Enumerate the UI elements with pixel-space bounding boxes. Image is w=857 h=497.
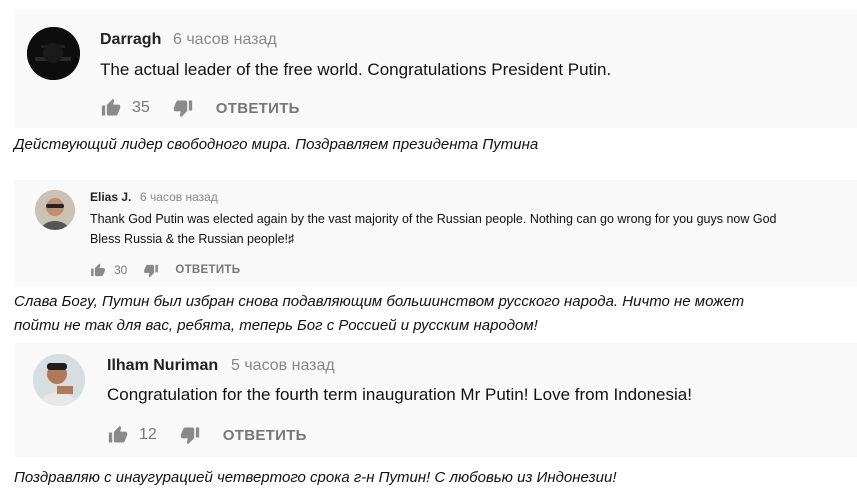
thumbs-up-icon[interactable] <box>107 425 129 445</box>
like-count: 35 <box>132 99 150 116</box>
comment-translation-line: пойти не так для вас, ребята, теперь Бог… <box>14 317 538 334</box>
comment-actions: 30 ОТВЕТИТЬ <box>90 261 240 279</box>
comment-text: The actual leader of the free world. Con… <box>100 60 612 79</box>
comment-translation-line: Слава Богу, Путин был избран снова подав… <box>14 293 745 310</box>
comment-text-line: Bless Russia & the Russian people!♯ <box>90 232 295 246</box>
avatar[interactable] <box>27 27 80 80</box>
comment-timestamp[interactable]: 6 часов назад <box>140 190 218 204</box>
comment-author[interactable]: Ilham Nuriman <box>107 357 218 375</box>
like-count: 12 <box>139 426 157 443</box>
comment-actions: 35 ОТВЕТИТЬ <box>100 96 300 120</box>
thumbs-up-icon[interactable] <box>100 98 122 118</box>
reply-button[interactable]: ОТВЕТИТЬ <box>175 264 240 276</box>
thumbs-down-icon[interactable] <box>143 263 159 278</box>
like-count: 30 <box>114 263 128 277</box>
comment-actions: 12 ОТВЕТИТЬ <box>107 423 307 447</box>
reply-button[interactable]: ОТВЕТИТЬ <box>223 427 307 444</box>
comment-text: Congratulation for the fourth term inaug… <box>107 385 692 404</box>
comment-text-line: Thank God Putin was elected again by the… <box>90 212 777 226</box>
thumbs-down-icon[interactable] <box>179 425 201 445</box>
comment-translation: Действующий лидер свободного мира. Поздр… <box>14 136 539 153</box>
thumbs-down-icon[interactable] <box>172 98 194 118</box>
avatar-image <box>27 27 80 80</box>
comment-timestamp[interactable]: 6 часов назад <box>173 31 277 49</box>
avatar-image <box>35 190 75 230</box>
reply-button[interactable]: ОТВЕТИТЬ <box>216 100 300 117</box>
avatar[interactable] <box>33 354 85 406</box>
comment-translation: Поздравляю с инаугурацией четвертого сро… <box>14 469 617 486</box>
avatar[interactable] <box>35 190 75 230</box>
avatar-image <box>33 354 85 406</box>
comment-author[interactable]: Elias J. <box>90 190 131 204</box>
comment-timestamp[interactable]: 5 часов назад <box>231 357 335 375</box>
comment-author[interactable]: Darragh <box>100 31 161 49</box>
thumbs-up-icon[interactable] <box>90 263 106 278</box>
